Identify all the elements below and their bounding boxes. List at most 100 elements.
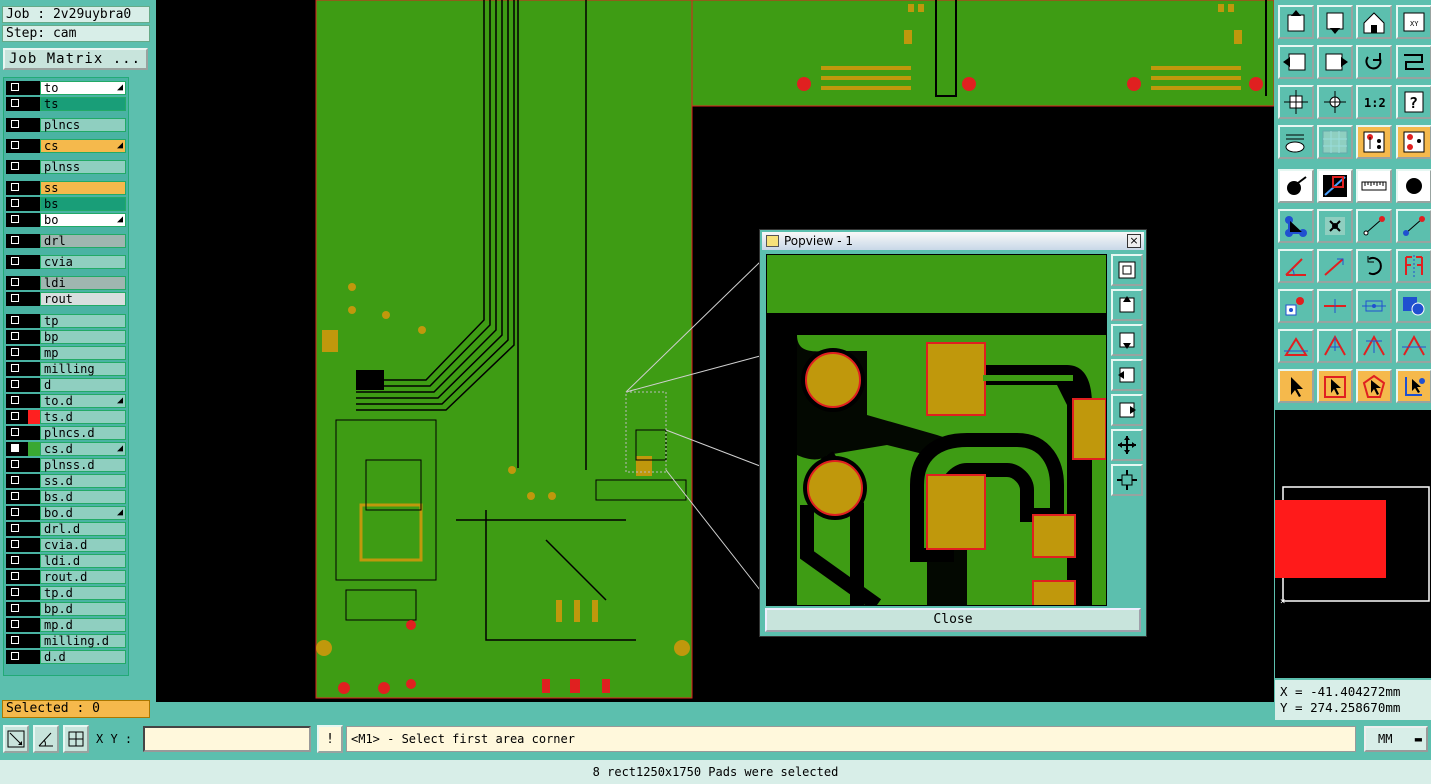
pan-left-button[interactable]: [1111, 359, 1143, 391]
layer-row[interactable]: milling.d: [6, 634, 126, 648]
layer-row[interactable]: mp.d: [6, 618, 126, 632]
layer-color-swatch[interactable]: [28, 538, 40, 552]
layer-checkbox[interactable]: [6, 234, 28, 248]
layer-row[interactable]: bp: [6, 330, 126, 344]
layer-name[interactable]: cs ◢: [40, 139, 126, 153]
layer-checkbox[interactable]: [6, 314, 28, 328]
xy-input[interactable]: [143, 726, 311, 752]
layer-row[interactable]: rout: [6, 292, 126, 306]
layer-color-swatch[interactable]: [28, 255, 40, 269]
layer-row[interactable]: bs.d: [6, 490, 126, 504]
overview-map[interactable]: ×: [1275, 410, 1431, 678]
layer-checkbox[interactable]: [6, 330, 28, 344]
page-left-icon[interactable]: [1278, 45, 1314, 79]
layer-color-swatch[interactable]: [28, 426, 40, 440]
grid-icon[interactable]: [63, 725, 89, 753]
layer-row[interactable]: tp: [6, 314, 126, 328]
layer-color-swatch[interactable]: [28, 160, 40, 174]
layer-color-swatch[interactable]: [28, 362, 40, 376]
layer-name[interactable]: ldi.d: [40, 554, 126, 568]
layer-name[interactable]: rout.d: [40, 570, 126, 584]
pan-down-button[interactable]: [1111, 324, 1143, 356]
layer-name[interactable]: plncs.d: [40, 426, 126, 440]
layer-name[interactable]: ss: [40, 181, 126, 195]
layer-color-swatch[interactable]: [28, 330, 40, 344]
layer-name[interactable]: tp.d: [40, 586, 126, 600]
layer-checkbox[interactable]: [6, 506, 28, 520]
layer-row[interactable]: cs ◢: [6, 139, 126, 153]
layer-checkbox[interactable]: [6, 394, 28, 408]
layer-checkbox[interactable]: [6, 118, 28, 132]
layer-color-swatch[interactable]: [28, 378, 40, 392]
layer-checkbox[interactable]: [6, 213, 28, 227]
alert-icon[interactable]: !: [317, 725, 343, 753]
move2-icon[interactable]: [1396, 209, 1431, 243]
pan-right-button[interactable]: [1111, 394, 1143, 426]
route-icon[interactable]: [1396, 45, 1431, 79]
align-icon[interactable]: [1317, 289, 1353, 323]
layer-row[interactable]: ts: [6, 97, 126, 111]
layer-name[interactable]: plnss: [40, 160, 126, 174]
layer-name[interactable]: bo ◢: [40, 213, 126, 227]
layer-checkbox[interactable]: [6, 586, 28, 600]
layer-checkbox[interactable]: [6, 197, 28, 211]
layer-name[interactable]: cvia.d: [40, 538, 126, 552]
layer-color-swatch[interactable]: [28, 602, 40, 616]
layer-checkbox[interactable]: [6, 570, 28, 584]
home-icon[interactable]: [1356, 5, 1392, 39]
layer-checkbox[interactable]: [6, 410, 28, 424]
layer-color-swatch[interactable]: [28, 570, 40, 584]
layer-checkbox[interactable]: [6, 378, 28, 392]
layer-name[interactable]: ldi: [40, 276, 126, 290]
layer-color-swatch[interactable]: [28, 292, 40, 306]
layer-checkbox[interactable]: [6, 554, 28, 568]
layer-row[interactable]: d: [6, 378, 126, 392]
layer-row[interactable]: plncs.d: [6, 426, 126, 440]
layer-name[interactable]: rout: [40, 292, 126, 306]
drc-box-icon[interactable]: [1356, 329, 1392, 363]
layer-checkbox[interactable]: [6, 292, 28, 306]
redraw-icon[interactable]: [1356, 45, 1392, 79]
close-icon[interactable]: ×: [1127, 234, 1141, 248]
layer-name[interactable]: cvia: [40, 255, 126, 269]
copy-icon[interactable]: [1278, 289, 1314, 323]
layer-color-swatch[interactable]: [28, 139, 40, 153]
layer-color-swatch[interactable]: [28, 197, 40, 211]
layer-name[interactable]: to ◢: [40, 81, 126, 95]
layer-row[interactable]: to.d ◢: [6, 394, 126, 408]
layer-color-swatch[interactable]: [28, 118, 40, 132]
zoom-box-button[interactable]: [1111, 254, 1143, 286]
page-right-icon[interactable]: [1317, 45, 1353, 79]
layer-name[interactable]: cs.d ◢: [40, 442, 126, 456]
layer-checkbox[interactable]: [6, 474, 28, 488]
layer-row[interactable]: cvia.d: [6, 538, 126, 552]
pan-up-button[interactable]: [1111, 289, 1143, 321]
layer-row[interactable]: bo ◢: [6, 213, 126, 227]
layer-checkbox[interactable]: [6, 362, 28, 376]
layer-color-swatch[interactable]: [28, 346, 40, 360]
page-up-icon[interactable]: [1278, 5, 1314, 39]
units-select[interactable]: MM ▬: [1364, 726, 1428, 752]
help-icon[interactable]: ?: [1396, 85, 1431, 119]
layer-name[interactable]: drl.d: [40, 522, 126, 536]
job-matrix-button[interactable]: Job Matrix ...: [3, 48, 148, 70]
mirror-icon[interactable]: [1396, 249, 1431, 283]
layer-checkbox[interactable]: [6, 634, 28, 648]
layer-color-swatch[interactable]: [28, 618, 40, 632]
layer-row[interactable]: ldi.d: [6, 554, 126, 568]
zoom-in-button[interactable]: [1111, 429, 1143, 461]
layer-row[interactable]: milling: [6, 362, 126, 376]
layer-name[interactable]: milling.d: [40, 634, 126, 648]
layer-color-swatch[interactable]: [28, 394, 40, 408]
layer-name[interactable]: plncs: [40, 118, 126, 132]
layer-row[interactable]: plnss: [6, 160, 126, 174]
layer-row[interactable]: ss: [6, 181, 126, 195]
layer-color-swatch[interactable]: [28, 442, 40, 456]
layer-name[interactable]: milling: [40, 362, 126, 376]
layer-row[interactable]: drl.d: [6, 522, 126, 536]
layer-checkbox[interactable]: [6, 538, 28, 552]
layer-checkbox[interactable]: [6, 346, 28, 360]
layer-checkbox[interactable]: [6, 255, 28, 269]
layer-color-swatch[interactable]: [28, 522, 40, 536]
zoom-out-button[interactable]: [1111, 464, 1143, 496]
